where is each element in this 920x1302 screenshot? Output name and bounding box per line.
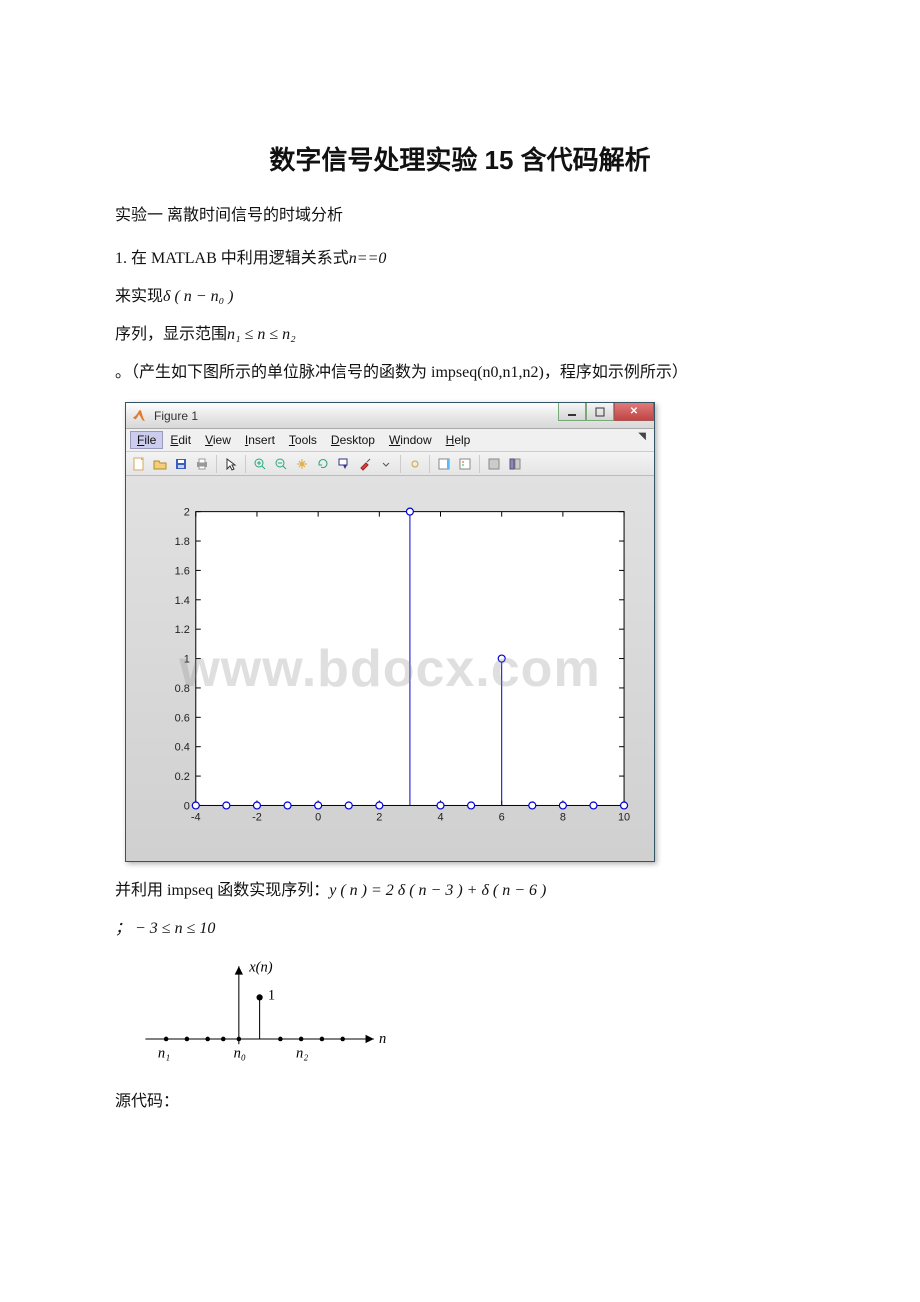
- svg-text:-2: -2: [252, 811, 262, 823]
- xn-sketch-diagram: x(n) n 1 n₁ n₀ n₂: [135, 953, 805, 1078]
- experiment-subtitle: 实验一 离散时间信号的时域分析: [115, 202, 805, 230]
- menu-view[interactable]: View: [198, 431, 238, 449]
- svg-text:1.4: 1.4: [175, 595, 190, 607]
- paragraph-3: 序列，显示范围n₁ ≤ n ≤ n₂: [115, 321, 805, 349]
- legend-icon[interactable]: [456, 455, 474, 473]
- colorbar-icon[interactable]: [435, 455, 453, 473]
- menu-tools[interactable]: Tools: [282, 431, 324, 449]
- window-close-button[interactable]: ✕: [614, 403, 654, 421]
- menu-file[interactable]: File: [130, 431, 163, 449]
- svg-text:-4: -4: [191, 811, 201, 823]
- svg-text:0.2: 0.2: [175, 771, 190, 783]
- svg-text:1.6: 1.6: [175, 565, 190, 577]
- menu-window[interactable]: Window: [382, 431, 439, 449]
- sketch-n1-label: n₁: [158, 1046, 170, 1062]
- svg-text:8: 8: [560, 811, 566, 823]
- pan-icon[interactable]: [293, 455, 311, 473]
- page-title: 数字信号处理实验 15 含代码解析: [115, 140, 805, 177]
- svg-text:0.4: 0.4: [175, 742, 190, 754]
- open-icon[interactable]: [151, 455, 169, 473]
- svg-text:2: 2: [184, 507, 190, 519]
- p5-math: y ( n ) = 2 δ ( n − 3 ) + δ ( n − 6 ): [329, 882, 546, 899]
- menu-help[interactable]: Help: [439, 431, 478, 449]
- p2-prefix: 来实现: [115, 288, 163, 305]
- menu-edit[interactable]: Edit: [163, 431, 198, 449]
- paragraph-2: 来实现δ ( n − n₀ ): [115, 283, 805, 311]
- p5-prefix: 并利用 impseq 函数实现序列：: [115, 882, 329, 899]
- svg-text:1.2: 1.2: [175, 624, 190, 636]
- sketch-n0-label: n₀: [234, 1046, 246, 1062]
- zoom-out-icon[interactable]: [272, 455, 290, 473]
- sketch-n2-label: n₂: [296, 1046, 308, 1062]
- dropdown-icon[interactable]: [377, 455, 395, 473]
- svg-text:1: 1: [184, 654, 190, 666]
- print-icon[interactable]: [193, 455, 211, 473]
- p3-prefix: 序列，显示范围: [115, 326, 227, 343]
- matlab-app-icon: [132, 409, 146, 423]
- stem-plot: 0 0.2 0.4 0.6 0.8 1 1.2 1.4 1.6 1.8 2 -4 -2 0 2 4 6 8 10: [141, 496, 639, 846]
- window-maximize-button[interactable]: [586, 403, 614, 421]
- window-minimize-button[interactable]: [558, 403, 586, 421]
- sketch-one-label: 1: [268, 988, 275, 1004]
- p1-prefix: 1. 在 MATLAB 中利用逻辑关系式: [115, 250, 349, 267]
- svg-text:4: 4: [437, 811, 443, 823]
- datatip-icon[interactable]: [335, 455, 353, 473]
- new-figure-icon[interactable]: [130, 455, 148, 473]
- paragraph-7: 源代码：: [115, 1088, 805, 1116]
- svg-text:1.8: 1.8: [175, 536, 190, 548]
- rotate-icon[interactable]: [314, 455, 332, 473]
- svg-text:0.6: 0.6: [175, 712, 190, 724]
- pointer-icon[interactable]: [222, 455, 240, 473]
- sketch-xlabel: n: [379, 1031, 386, 1047]
- menu-overflow-icon[interactable]: ◥: [634, 431, 650, 449]
- hide-tools-icon[interactable]: [485, 455, 503, 473]
- p6-math: ； − 3 ≤ n ≤ 10: [115, 920, 215, 937]
- link-icon[interactable]: [406, 455, 424, 473]
- svg-text:0: 0: [184, 800, 190, 812]
- svg-text:2: 2: [376, 811, 382, 823]
- paragraph-1: 1. 在 MATLAB 中利用逻辑关系式n==0: [115, 245, 805, 273]
- toolbar: [126, 452, 654, 476]
- show-tools-icon[interactable]: [506, 455, 524, 473]
- menu-desktop[interactable]: Desktop: [324, 431, 382, 449]
- sketch-ylabel: x(n): [248, 959, 273, 975]
- menu-bar: File Edit View Insert Tools Desktop Wind…: [126, 429, 654, 452]
- save-icon[interactable]: [172, 455, 190, 473]
- window-title: Figure 1: [152, 409, 558, 423]
- zoom-in-icon[interactable]: [251, 455, 269, 473]
- svg-text:0: 0: [315, 811, 321, 823]
- brush-icon[interactable]: [356, 455, 374, 473]
- svg-text:10: 10: [618, 811, 630, 823]
- svg-text:6: 6: [499, 811, 505, 823]
- axes-area: www.bdocx.com 00.20.40.60.811.21.41.61.8…: [126, 476, 654, 861]
- paragraph-6: ； − 3 ≤ n ≤ 10: [115, 915, 805, 943]
- svg-text:0.8: 0.8: [175, 683, 190, 695]
- window-titlebar: Figure 1 ✕: [126, 403, 654, 429]
- matlab-figure-window: Figure 1 ✕ File Edit View Insert Tools D…: [125, 402, 655, 862]
- p3-math: n₁ ≤ n ≤ n₂: [227, 326, 296, 343]
- paragraph-5: 并利用 impseq 函数实现序列：y ( n ) = 2 δ ( n − 3 …: [115, 877, 805, 905]
- p1-math: n==0: [349, 250, 387, 267]
- p2-math: δ ( n − n₀ ): [163, 288, 233, 305]
- menu-insert[interactable]: Insert: [238, 431, 282, 449]
- paragraph-4: 。（产生如下图所示的单位脉冲信号的函数为 impseq(n0,n1,n2)，程序…: [115, 359, 805, 387]
